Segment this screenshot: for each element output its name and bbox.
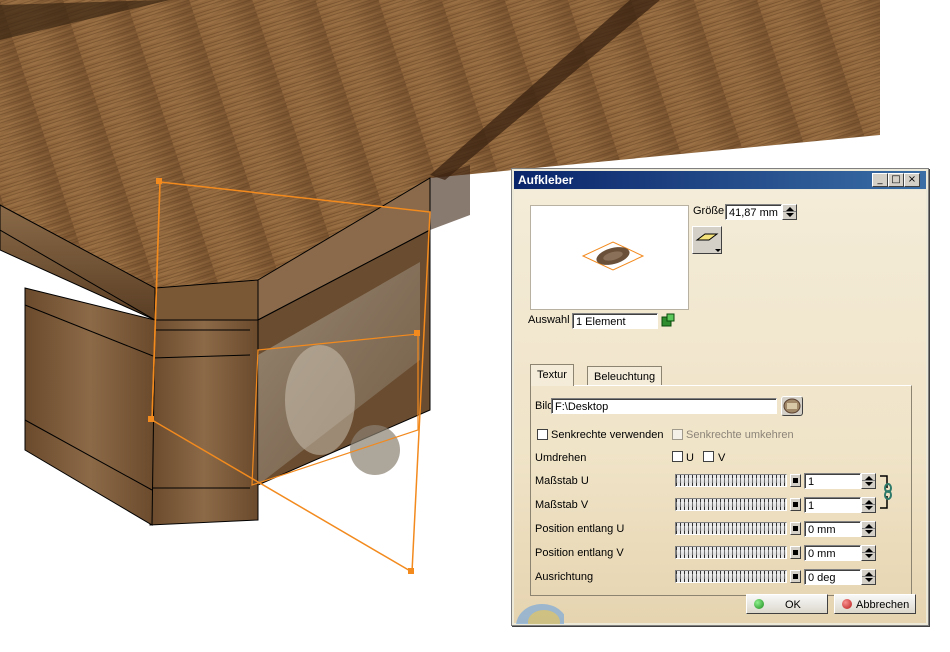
- invert-perpendicular-checkbox[interactable]: [672, 429, 683, 440]
- orientation-field[interactable]: 0 deg: [804, 569, 861, 585]
- scale-u-reset[interactable]: [790, 474, 801, 487]
- use-perpendicular-label: Senkrechte verwenden: [551, 429, 664, 441]
- decal-preview-icon: [581, 241, 645, 271]
- minimize-icon[interactable]: _: [872, 173, 888, 187]
- size-field[interactable]: 41,87 mm: [725, 204, 782, 220]
- texture-panel: Bild F:\Desktop Senkrechte verwenden Sen…: [530, 385, 912, 596]
- dialog-titlebar[interactable]: Aufkleber _ □ ×: [514, 171, 926, 189]
- size-spinner[interactable]: [782, 204, 797, 220]
- scale-v-reset[interactable]: [790, 498, 801, 511]
- position-u-slider[interactable]: [675, 522, 787, 535]
- scale-u-label: Maßstab U: [535, 475, 589, 487]
- position-u-spinner[interactable]: [861, 521, 876, 537]
- selection-label: Auswahl: [528, 314, 570, 326]
- orientation-label: Ausrichtung: [535, 571, 594, 583]
- flip-u-label: U: [686, 452, 694, 464]
- flip-v-checkbox[interactable]: [703, 451, 714, 462]
- position-u-reset[interactable]: [790, 522, 801, 535]
- position-v-reset[interactable]: [790, 546, 801, 559]
- scale-v-field[interactable]: 1: [804, 497, 861, 513]
- orientation-slider[interactable]: [675, 570, 787, 583]
- dialog-title: Aufkleber: [518, 173, 574, 187]
- tab-texture[interactable]: Textur: [530, 364, 574, 386]
- selection-field[interactable]: 1 Element: [572, 313, 658, 329]
- flip-label: Umdrehen: [535, 452, 587, 464]
- projection-type-button[interactable]: [692, 226, 722, 254]
- invert-perpendicular-label: Senkrechte umkehren: [686, 429, 794, 441]
- decal-plane-icon: [695, 233, 721, 252]
- cancel-icon: [842, 599, 852, 609]
- app-logo-icon: [514, 594, 568, 648]
- position-v-label: Position entlang V: [535, 547, 624, 559]
- maximize-icon[interactable]: □: [888, 173, 904, 187]
- scale-v-label: Maßstab V: [535, 499, 589, 511]
- decal-preview: [530, 205, 689, 310]
- browse-icon[interactable]: [781, 396, 803, 416]
- size-label: Größe: [693, 205, 725, 217]
- dialog-body: Größe 41,87 mm Auswahl 1 Element Textur …: [514, 190, 926, 648]
- image-path-field[interactable]: F:\Desktop: [551, 398, 777, 414]
- selection-icon[interactable]: [661, 313, 675, 327]
- scale-u-slider[interactable]: [675, 474, 787, 487]
- scale-v-spinner[interactable]: [861, 497, 876, 513]
- position-u-label: Position entlang U: [535, 523, 625, 535]
- position-v-spinner[interactable]: [861, 545, 876, 561]
- flip-u-checkbox[interactable]: [672, 451, 683, 462]
- flip-v-label: V: [718, 452, 726, 464]
- orientation-spinner[interactable]: [861, 569, 876, 585]
- scale-u-field[interactable]: 1: [804, 473, 861, 489]
- orientation-reset[interactable]: [790, 570, 801, 583]
- ok-icon: [754, 599, 764, 609]
- tab-lighting[interactable]: Beleuchtung: [587, 366, 663, 385]
- cancel-label: Abbrechen: [856, 599, 910, 611]
- position-u-field[interactable]: 0 mm: [804, 521, 861, 537]
- close-icon[interactable]: ×: [904, 173, 920, 187]
- cancel-button[interactable]: Abbrechen: [834, 594, 916, 614]
- ok-button[interactable]: OK: [746, 594, 828, 614]
- decal-dialog: Aufkleber _ □ × Größe 41,87 mm Auswahl 1…: [511, 168, 929, 648]
- scale-v-slider[interactable]: [675, 498, 787, 511]
- link-icon[interactable]: [879, 474, 893, 510]
- ok-label: OK: [785, 599, 801, 611]
- position-v-field[interactable]: 0 mm: [804, 545, 861, 561]
- position-v-slider[interactable]: [675, 546, 787, 559]
- use-perpendicular-checkbox[interactable]: [537, 429, 548, 440]
- scale-u-spinner[interactable]: [861, 473, 876, 489]
